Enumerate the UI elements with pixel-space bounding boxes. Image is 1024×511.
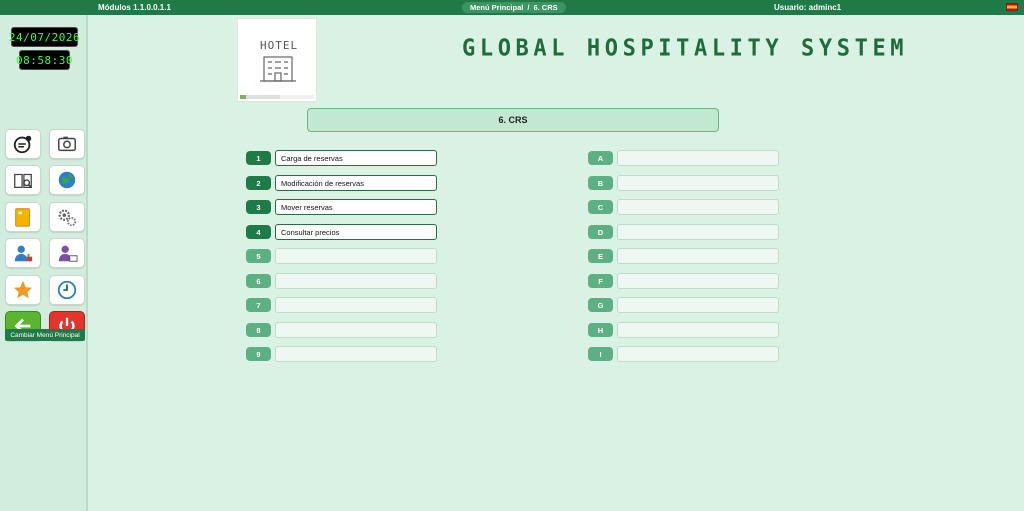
hotel-logo: HOTEL (237, 18, 317, 102)
option-label (617, 224, 779, 240)
option-key: A (588, 151, 613, 165)
breadcrumb-separator: / (527, 3, 530, 12)
option-key[interactable]: 3 (246, 200, 271, 214)
history-button[interactable] (49, 275, 85, 305)
option-label[interactable]: Carga de reservas (275, 150, 437, 166)
option-label (275, 248, 437, 264)
user-chart-button[interactable] (5, 238, 41, 268)
logo-text: HOTEL (260, 39, 299, 52)
top-bar: Módulos 1.1.0.0.1.1 Menú Principal / 6. … (0, 0, 1024, 15)
hotel-building-icon (260, 56, 296, 82)
option-key: G (588, 298, 613, 312)
date-display: 24/07/2026 (9, 27, 80, 47)
globe-icon (58, 171, 76, 189)
manual-button[interactable] (5, 165, 41, 195)
spain-flag-icon[interactable] (1006, 3, 1018, 11)
option-label[interactable]: Modificación de reservas (275, 175, 437, 191)
option-key: 9 (246, 347, 271, 361)
user-chart-icon (14, 245, 33, 262)
option-key[interactable]: 1 (246, 151, 271, 165)
option-label (617, 150, 779, 166)
option-label[interactable]: Mover reservas (275, 199, 437, 215)
option-key[interactable]: 2 (246, 176, 271, 190)
option-key[interactable]: 4 (246, 225, 271, 239)
app-title: GLOBAL HOSPITALITY SYSTEM (462, 35, 909, 62)
option-key: H (588, 323, 613, 337)
option-key: B (588, 176, 613, 190)
option-label (275, 322, 437, 338)
option-label (617, 297, 779, 313)
option-label (275, 346, 437, 362)
gears-icon (58, 209, 77, 227)
option-label (275, 273, 437, 289)
folder-icon (15, 208, 30, 227)
settings-button[interactable] (49, 202, 85, 232)
version-label: Módulos 1.1.0.0.1.1 (98, 3, 171, 12)
option-label[interactable]: Consultar precios (275, 224, 437, 240)
chat-add-button[interactable] (5, 129, 41, 159)
option-key: D (588, 225, 613, 239)
option-label (617, 248, 779, 264)
manual-icon (14, 173, 32, 188)
camera-icon (58, 136, 76, 152)
folder-button[interactable] (5, 202, 41, 232)
option-label (617, 199, 779, 215)
breadcrumb-home[interactable]: Menú Principal (470, 3, 523, 12)
change-main-menu-button[interactable]: Cambiar Menú Principal (5, 329, 85, 341)
option-label (275, 297, 437, 313)
section-header: 6. CRS (307, 108, 719, 132)
clock-icon (57, 280, 77, 300)
option-key: 8 (246, 323, 271, 337)
breadcrumb-current: 6. CRS (533, 3, 558, 12)
option-label (617, 322, 779, 338)
option-label (617, 273, 779, 289)
user-label: Usuario: adminc1 (774, 3, 842, 12)
option-key: E (588, 249, 613, 263)
chat-add-icon (13, 135, 32, 154)
option-key: 6 (246, 274, 271, 288)
option-key: C (588, 200, 613, 214)
breadcrumb: Menú Principal / 6. CRS (462, 2, 566, 13)
favorites-button[interactable] (5, 275, 41, 305)
option-label (617, 346, 779, 362)
time-display: 08:58:30 (16, 50, 73, 70)
option-key: I (588, 347, 613, 361)
user-card-icon (58, 245, 78, 262)
globe-button[interactable] (49, 165, 85, 195)
camera-button[interactable] (49, 129, 85, 159)
option-label (617, 175, 779, 191)
option-key: 7 (246, 298, 271, 312)
logo-footer-strip (240, 95, 314, 99)
option-key: F (588, 274, 613, 288)
star-icon (13, 280, 33, 299)
option-key: 5 (246, 249, 271, 263)
user-card-button[interactable] (49, 238, 85, 268)
